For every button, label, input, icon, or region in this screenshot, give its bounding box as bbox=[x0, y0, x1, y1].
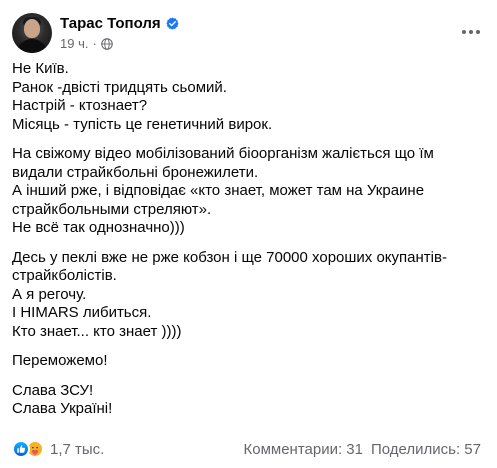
post-text: Не Київ. Ранок -двісті тридцять сьомий. На… bbox=[12, 60, 492, 430]
post-paragraph: Не Київ. Ранок -двісті тридцять сьомий. На… bbox=[12, 60, 492, 134]
comments-count[interactable]: Комментарии: 31 bbox=[244, 441, 364, 458]
post-text-line: Переможемо! bbox=[12, 352, 108, 369]
post-text-line: На свіжому відео мобілізований біооргані… bbox=[12, 145, 434, 162]
shares-count[interactable]: Поделились: 57 bbox=[371, 441, 481, 458]
post-time[interactable]: 19 ч. bbox=[60, 36, 88, 51]
post-text-line: Настрій - ктознает? bbox=[12, 97, 148, 114]
verified-badge-icon bbox=[166, 16, 179, 30]
more-options-icon[interactable] bbox=[459, 20, 483, 44]
globe-icon[interactable] bbox=[101, 37, 113, 50]
post-text-line: видали страйкбольні бронежилети. bbox=[12, 163, 259, 181]
separator-dot: · bbox=[92, 36, 97, 51]
post-text-line: страйкболістів. bbox=[12, 267, 117, 284]
post-paragraph: Переможемо! bbox=[12, 352, 492, 371]
post-footer: 1,7 тыс. Комментарии: 31 Поделились: 57 bbox=[12, 436, 481, 462]
post-text-line: страйкбольными стреляют». bbox=[12, 200, 212, 218]
post-text-line: Ранок -двісті тридцять сьомий. bbox=[12, 78, 227, 96]
reactions-summary[interactable]: 1,7 тыс. bbox=[12, 440, 104, 458]
post-text-line: Кто знает... кто знает )))) bbox=[12, 322, 182, 340]
post-text-line: Слава ЗСУ! bbox=[12, 381, 94, 399]
author-row: Тарас Тополя bbox=[60, 14, 179, 33]
post-text-line: І HIMARS либиться. bbox=[12, 304, 152, 321]
post-paragraph: На свіжому відео мобілізований біооргані… bbox=[12, 145, 492, 238]
like-reaction-icon bbox=[12, 440, 30, 458]
post-text-line: Не всё так однозначно))) bbox=[12, 219, 185, 236]
post-text-line: А я регочу. bbox=[12, 285, 87, 303]
post-text-line: А інший рже, і відповідає «кто знает, мо… bbox=[12, 182, 425, 199]
post-meta: Тарас Тополя 19 ч. · bbox=[60, 14, 179, 53]
reaction-count[interactable]: 1,7 тыс. bbox=[50, 441, 104, 458]
post-text-line: Місяць - тупість це генетичний вирок. bbox=[12, 115, 273, 133]
post-subtitle: 19 ч. · bbox=[60, 35, 179, 53]
post-text-line: Не Київ. bbox=[12, 60, 69, 77]
author-name[interactable]: Тарас Тополя bbox=[60, 15, 161, 32]
post-paragraph: Десь у пеклі вже не рже кобзон і ще 7000… bbox=[12, 249, 492, 342]
post-text-line: Десь у пеклі вже не рже кобзон і ще 7000… bbox=[12, 248, 447, 266]
post-header: Тарас Тополя 19 ч. · bbox=[12, 12, 179, 54]
post-paragraph: Слава ЗСУ! Слава Україні! bbox=[12, 382, 492, 419]
post-text-line: Слава Україні! bbox=[12, 400, 113, 417]
post-stats: Комментарии: 31 Поделились: 57 bbox=[244, 441, 482, 458]
post-card: Тарас Тополя 19 ч. · Не Київ. Ранок -двіс… bbox=[0, 0, 497, 468]
avatar[interactable] bbox=[12, 13, 52, 53]
